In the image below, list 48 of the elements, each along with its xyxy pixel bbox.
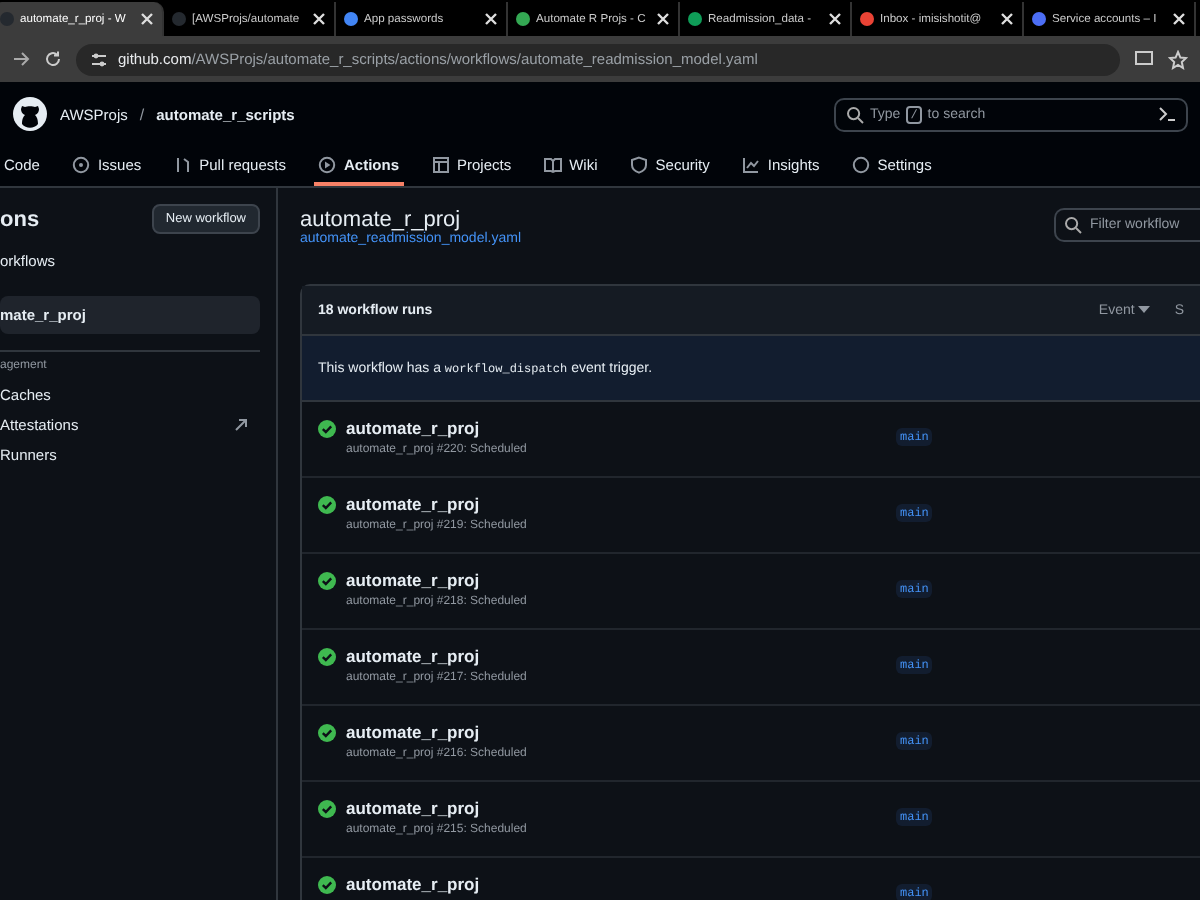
close-icon[interactable]	[1000, 12, 1014, 26]
circle-dot-icon	[71, 155, 90, 173]
table-icon	[431, 155, 449, 173]
close-icon[interactable]	[656, 12, 670, 26]
book-icon	[543, 155, 562, 173]
site-favicon-icon	[172, 12, 186, 26]
line-graph-icon	[741, 155, 760, 173]
close-icon[interactable]	[1172, 12, 1186, 26]
pull-request-icon	[173, 155, 192, 173]
site-favicon-icon	[688, 12, 702, 26]
workflow-title: automate_r_proj	[300, 208, 461, 232]
site-favicon-icon	[860, 12, 874, 26]
reload-icon[interactable]	[44, 50, 62, 68]
cast-icon[interactable]	[1134, 50, 1154, 68]
shield-icon	[629, 155, 648, 173]
search-icon	[846, 105, 864, 123]
site-favicon-icon	[516, 12, 530, 26]
site-favicon-icon	[1032, 12, 1046, 26]
check-circle-icon	[318, 572, 336, 590]
run-title-link[interactable]: automate_r_proj	[346, 798, 886, 818]
close-icon[interactable]	[140, 12, 154, 26]
octocat-logo-icon[interactable]	[12, 96, 48, 132]
search-icon	[1064, 216, 1082, 234]
check-circle-icon	[318, 724, 336, 742]
run-title-link[interactable]: automate_r_proj	[346, 494, 886, 514]
run-title-link[interactable]: automate_r_proj	[346, 570, 886, 590]
check-circle-icon	[318, 496, 336, 514]
star-icon[interactable]	[1168, 49, 1188, 69]
site-favicon-icon	[344, 12, 358, 26]
close-icon[interactable]	[828, 12, 842, 26]
run-title-link[interactable]: automate_r_proj	[346, 722, 886, 742]
check-circle-icon	[318, 800, 336, 818]
run-title-link[interactable]: automate_r_proj	[346, 874, 886, 894]
site-favicon-icon	[0, 12, 14, 26]
run-title-link[interactable]: automate_r_proj	[346, 418, 886, 438]
sidebar-title: ons	[0, 207, 40, 231]
terminal-icon[interactable]	[1158, 106, 1176, 122]
check-circle-icon	[318, 876, 336, 894]
check-circle-icon	[318, 420, 336, 438]
close-icon[interactable]	[312, 12, 326, 26]
close-icon[interactable]	[484, 12, 498, 26]
play-circle-icon	[317, 155, 336, 173]
forward-arrow-icon[interactable]	[12, 50, 30, 68]
check-circle-icon	[318, 648, 336, 666]
run-title-link[interactable]: automate_r_proj	[346, 646, 886, 666]
site-settings-icon[interactable]	[90, 51, 108, 67]
caret-icon	[1138, 306, 1151, 314]
path-separator: /	[139, 105, 145, 123]
